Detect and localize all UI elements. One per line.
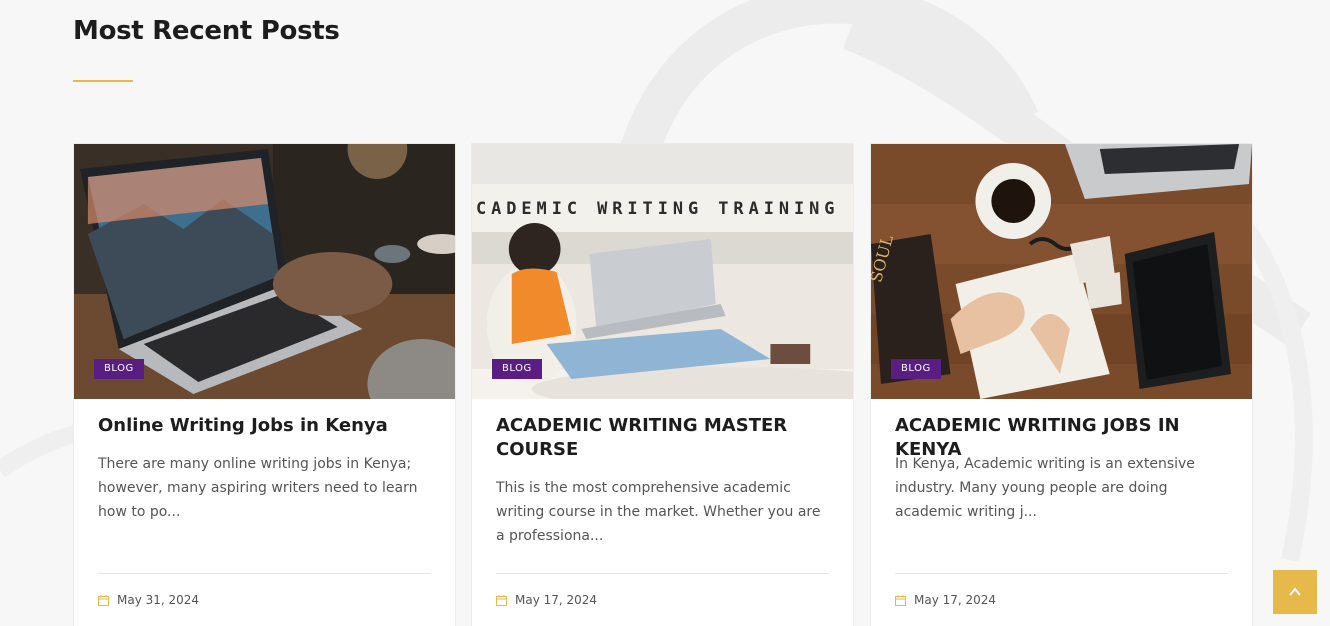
calendar-icon — [496, 594, 507, 606]
calendar-icon — [98, 594, 109, 606]
scroll-to-top-button[interactable] — [1273, 570, 1317, 614]
post-title[interactable]: Online Writing Jobs in Kenya — [98, 414, 431, 438]
card-divider — [98, 573, 431, 574]
post-card[interactable]: CADEMIC WRITING TRAINING BLOG ACADEMIC W… — [471, 143, 854, 626]
card-divider — [496, 573, 829, 574]
page: Most Recent Posts BLOG Online Writing Jo… — [0, 0, 1330, 626]
post-meta: May 17, 2024 — [895, 593, 996, 607]
post-thumbnail-couch[interactable]: CADEMIC WRITING TRAINING BLOG — [472, 144, 853, 399]
post-excerpt: There are many online writing jobs in Ke… — [98, 456, 418, 520]
post-card[interactable]: SOUL BLOG ACADEMIC WRITING JOBS IN KENYA… — [870, 143, 1253, 626]
section-title: Most Recent Posts — [73, 16, 340, 46]
post-meta: May 17, 2024 — [496, 593, 597, 607]
post-thumbnail-laptop[interactable]: BLOG — [74, 144, 455, 399]
calendar-icon — [895, 594, 906, 606]
category-badge[interactable]: BLOG — [94, 359, 144, 379]
category-badge[interactable]: BLOG — [891, 359, 941, 379]
card-divider — [895, 573, 1228, 574]
post-date: May 31, 2024 — [117, 593, 200, 607]
thumbnail-banner-text: CADEMIC WRITING TRAINING — [476, 198, 839, 218]
chevron-up-icon — [1289, 587, 1301, 596]
post-excerpt: In Kenya, Academic writing is an extensi… — [895, 456, 1195, 520]
post-thumbnail-desk[interactable]: SOUL BLOG — [871, 144, 1252, 399]
post-meta: May 31, 2024 — [98, 593, 199, 607]
post-card[interactable]: BLOG Online Writing Jobs in Kenya There … — [73, 143, 456, 626]
post-title[interactable]: ACADEMIC WRITING MASTER COURSE — [496, 414, 829, 462]
title-underline — [73, 80, 133, 82]
post-excerpt: This is the most comprehensive academic … — [496, 480, 821, 544]
post-date: May 17, 2024 — [515, 593, 598, 607]
category-badge[interactable]: BLOG — [492, 359, 542, 379]
post-date: May 17, 2024 — [914, 593, 997, 607]
